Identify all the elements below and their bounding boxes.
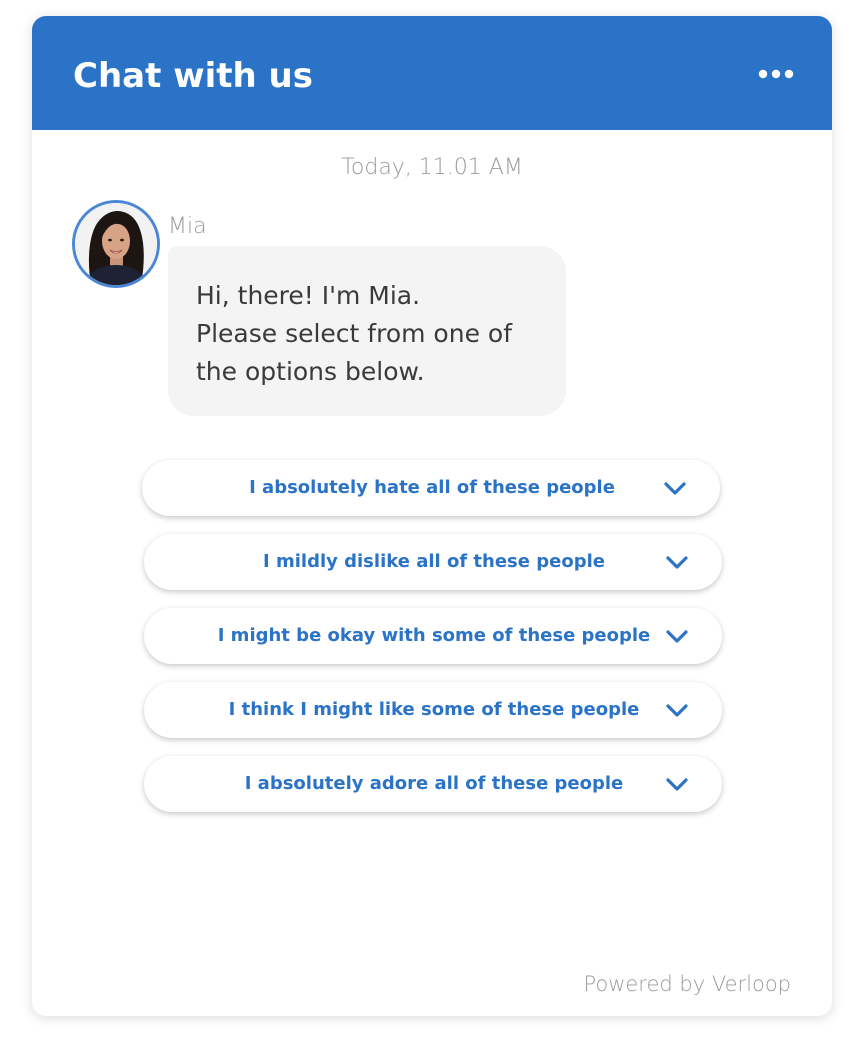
agent-avatar-image (75, 203, 157, 285)
option-label: I mildly dislike all of these people (263, 551, 605, 572)
option-button-dislike[interactable]: I mildly dislike all of these people (144, 534, 722, 590)
option-button-hate[interactable]: I absolutely hate all of these people (142, 460, 720, 516)
chat-header: Chat with us (32, 16, 832, 130)
option-label: I might be okay with some of these peopl… (217, 625, 651, 646)
option-button-like[interactable]: I think I might like some of these peopl… (144, 682, 722, 738)
option-button-okay[interactable]: I might be okay with some of these peopl… (144, 608, 722, 664)
more-options-button[interactable] (752, 58, 800, 90)
message-line: Hi, there! I'm Mia. (196, 281, 421, 310)
option-label: I think I might like some of these peopl… (228, 699, 640, 720)
message-line: Please select from one of (196, 319, 512, 348)
option-button-adore[interactable]: I absolutely adore all of these people (144, 756, 722, 812)
option-label: I absolutely adore all of these people (244, 773, 624, 794)
message-timestamp: Today, 11.01 AM (341, 155, 523, 180)
chevron-down-icon (666, 704, 688, 717)
option-label: I absolutely hate all of these people (249, 477, 615, 498)
chat-title: Chat with us (73, 56, 313, 96)
chevron-down-icon (666, 630, 688, 643)
more-horizontal-icon (758, 69, 794, 79)
message-bubble: Hi, there! I'm Mia. Please select from o… (168, 246, 566, 416)
chat-widget: Chat with us Today, 11.01 AM Mia Hi, the… (32, 16, 832, 1016)
chevron-down-icon (666, 556, 688, 569)
agent-avatar (72, 200, 160, 288)
message-line: the options below. (196, 357, 425, 386)
chevron-down-icon (666, 778, 688, 791)
powered-by-footer[interactable]: Powered by Verloop (32, 970, 791, 998)
sender-name: Mia (168, 214, 207, 239)
chevron-down-icon (664, 482, 686, 495)
